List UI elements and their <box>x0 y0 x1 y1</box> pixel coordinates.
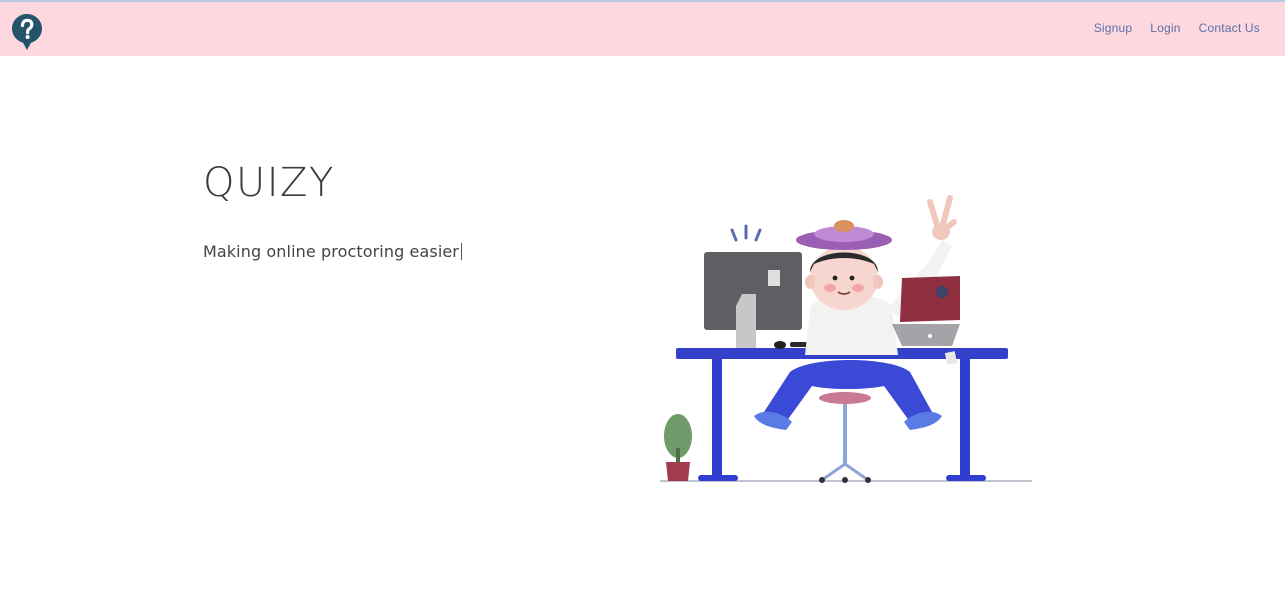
hero-subtitle: Making online proctoring easier <box>203 242 462 261</box>
login-link[interactable]: Login <box>1150 21 1180 35</box>
hero-subtitle-text: Making online proctoring easier <box>203 242 459 261</box>
hero-illustration <box>660 195 1032 483</box>
signup-link[interactable]: Signup <box>1094 21 1133 35</box>
hero-title: QUIZY <box>203 160 335 206</box>
nav-links: Signup Login Contact Us <box>1094 21 1260 35</box>
navbar: Signup Login Contact Us <box>0 0 1285 56</box>
contact-us-link[interactable]: Contact Us <box>1199 21 1260 35</box>
question-mark-pin-icon[interactable] <box>11 13 43 51</box>
typing-caret <box>460 243 462 260</box>
